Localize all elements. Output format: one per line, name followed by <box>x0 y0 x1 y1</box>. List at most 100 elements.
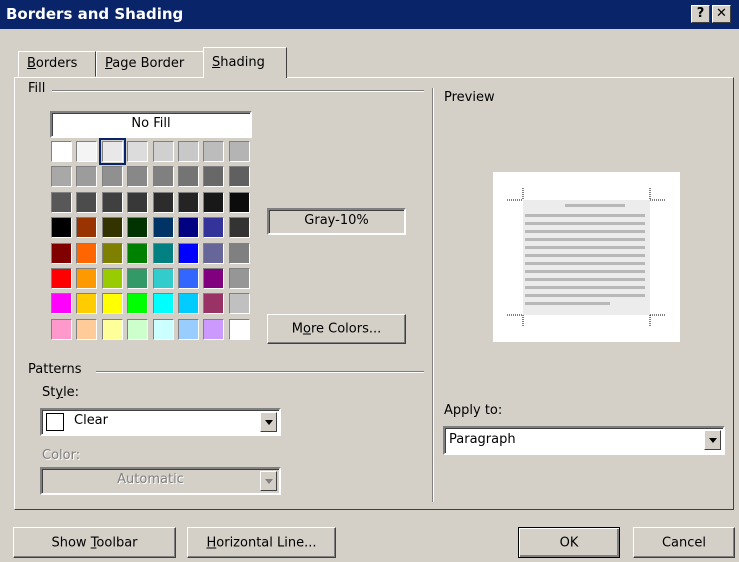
color-swatch[interactable] <box>153 192 174 213</box>
style-value: Clear <box>74 413 108 428</box>
color-swatch[interactable] <box>76 243 97 264</box>
color-dropdown[interactable]: Automatic <box>40 467 281 495</box>
color-swatch[interactable] <box>229 192 250 213</box>
color-swatch[interactable] <box>51 141 72 162</box>
color-swatch[interactable] <box>203 243 224 264</box>
color-swatch[interactable] <box>102 268 123 289</box>
chevron-down-icon[interactable] <box>260 412 277 432</box>
color-swatch[interactable] <box>153 217 174 238</box>
color-swatch[interactable] <box>153 268 174 289</box>
color-swatch[interactable] <box>102 217 123 238</box>
color-swatch[interactable] <box>127 268 148 289</box>
color-swatch[interactable] <box>51 192 72 213</box>
color-swatch[interactable] <box>229 141 250 162</box>
color-swatch[interactable] <box>229 268 250 289</box>
style-dropdown[interactable]: Clear <box>40 408 281 436</box>
color-swatch[interactable] <box>229 243 250 264</box>
vertical-divider <box>432 88 434 502</box>
color-swatch[interactable] <box>102 319 123 340</box>
tab-borders-accel: B <box>27 56 36 71</box>
color-swatch[interactable] <box>229 166 250 187</box>
color-swatch[interactable] <box>102 192 123 213</box>
color-swatch[interactable] <box>229 293 250 314</box>
selected-fill-label: Gray-10% <box>304 213 369 228</box>
color-swatch[interactable] <box>203 268 224 289</box>
window-title: Borders and Shading <box>6 5 184 23</box>
ok-label: OK <box>559 535 579 550</box>
horizontal-line-button[interactable]: Horizontal Line... <box>187 527 336 558</box>
close-icon: ✕ <box>716 6 727 21</box>
color-swatch[interactable] <box>127 293 148 314</box>
color-swatch[interactable] <box>153 243 174 264</box>
style-label: Style: <box>42 385 80 400</box>
color-swatch[interactable] <box>178 243 199 264</box>
color-swatch[interactable] <box>51 243 72 264</box>
patterns-separator <box>96 371 424 373</box>
help-icon: ? <box>696 6 705 21</box>
color-swatch[interactable] <box>76 192 97 213</box>
color-swatch[interactable] <box>76 319 97 340</box>
color-swatch[interactable] <box>51 293 72 314</box>
color-swatch[interactable] <box>102 243 123 264</box>
chevron-down-icon[interactable] <box>260 471 277 491</box>
close-button[interactable]: ✕ <box>712 5 731 23</box>
color-swatch[interactable] <box>203 217 224 238</box>
tab-borders[interactable]: Borders <box>18 51 96 77</box>
ok-button[interactable]: OK <box>518 527 620 558</box>
apply-to-dropdown[interactable]: Paragraph <box>443 426 725 455</box>
color-swatch[interactable] <box>76 268 97 289</box>
preview-text-line <box>525 294 645 297</box>
color-swatch[interactable] <box>153 141 174 162</box>
color-swatch[interactable] <box>51 166 72 187</box>
color-swatch[interactable] <box>127 319 148 340</box>
color-swatch[interactable] <box>203 141 224 162</box>
color-swatch[interactable] <box>229 217 250 238</box>
title-bar[interactable]: Borders and Shading ? ✕ <box>0 0 739 29</box>
cancel-button[interactable]: Cancel <box>633 527 735 558</box>
show-toolbar-button[interactable]: Show Toolbar <box>13 527 176 558</box>
color-swatch[interactable] <box>76 141 97 162</box>
preview-text-line <box>525 230 645 233</box>
color-swatch[interactable] <box>153 166 174 187</box>
preview-text-line <box>525 286 645 289</box>
color-swatch[interactable] <box>153 293 174 314</box>
help-button[interactable]: ? <box>691 5 710 23</box>
color-swatch[interactable] <box>203 319 224 340</box>
color-swatch[interactable] <box>229 319 250 340</box>
tab-shading[interactable]: Shading <box>203 47 287 78</box>
color-swatch[interactable] <box>178 166 199 187</box>
color-swatch[interactable] <box>127 243 148 264</box>
color-swatch[interactable] <box>178 217 199 238</box>
chevron-down-icon[interactable] <box>704 430 721 450</box>
color-swatch[interactable] <box>76 166 97 187</box>
color-swatch[interactable] <box>127 166 148 187</box>
color-swatch[interactable] <box>127 217 148 238</box>
color-swatch[interactable] <box>178 319 199 340</box>
color-swatch[interactable] <box>178 293 199 314</box>
preview-text-line <box>525 302 610 305</box>
color-swatch[interactable] <box>203 166 224 187</box>
color-swatch[interactable] <box>99 138 126 165</box>
tab-page-border[interactable]: Page Border <box>96 51 204 77</box>
color-swatch[interactable] <box>153 319 174 340</box>
color-swatch[interactable] <box>51 268 72 289</box>
color-swatch[interactable] <box>127 141 148 162</box>
color-swatch[interactable] <box>203 192 224 213</box>
color-swatch[interactable] <box>203 293 224 314</box>
color-swatch[interactable] <box>76 293 97 314</box>
color-swatch[interactable] <box>127 192 148 213</box>
preview-text-line <box>525 278 645 281</box>
color-swatch[interactable] <box>178 192 199 213</box>
color-swatch[interactable] <box>102 166 123 187</box>
color-swatch[interactable] <box>51 319 72 340</box>
more-colors-button[interactable]: More Colors... <box>267 314 406 344</box>
no-fill-button[interactable]: No Fill <box>50 111 252 138</box>
color-swatch[interactable] <box>76 217 97 238</box>
cancel-label: Cancel <box>661 535 707 550</box>
color-swatch[interactable] <box>178 141 199 162</box>
color-swatch[interactable] <box>102 293 123 314</box>
fill-separator <box>52 90 424 92</box>
show-toolbar-label: Show Toolbar <box>51 535 138 550</box>
color-swatch[interactable] <box>51 217 72 238</box>
color-swatch[interactable] <box>178 268 199 289</box>
